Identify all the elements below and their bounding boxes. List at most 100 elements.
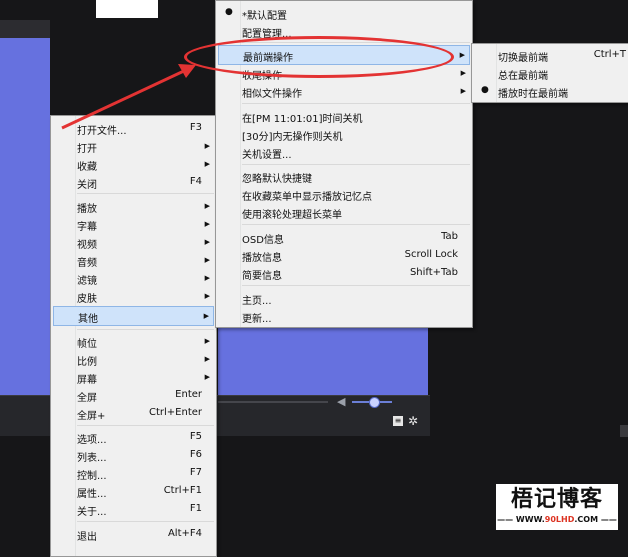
menu-item-fullscreen-plus[interactable]: 全屏+ Ctrl+Enter — [53, 404, 214, 422]
submenu-arrow-icon: ▶ — [204, 373, 210, 381]
menu-item-label: 相似文件操作 — [242, 89, 302, 100]
menu-item-homepage[interactable]: 主页... — [218, 289, 470, 307]
menu-item-label: 播放时在最前端 — [498, 89, 568, 100]
submenu-arrow-icon: ▶ — [460, 87, 466, 95]
menu-item-label: 关闭 — [77, 180, 97, 191]
menu-item-show-bookmarks-in-favorites[interactable]: 在收藏菜单中显示播放记忆点 — [218, 185, 470, 203]
menu-item-properties[interactable]: 属性... Ctrl+F1 — [53, 482, 214, 500]
video-area-lower[interactable] — [218, 325, 428, 395]
menu-item-shortcut: Alt+F4 — [167, 528, 202, 539]
menu-item-label: 播放 — [77, 204, 97, 215]
playlist-icon[interactable]: ≡ — [393, 416, 403, 426]
menu-item-playlist[interactable]: 列表... F6 — [53, 446, 214, 464]
menu-item-label: 收藏 — [77, 162, 97, 173]
submenu-arrow-icon: ▶ — [460, 69, 466, 77]
menu-item-close[interactable]: 关闭 F4 — [53, 173, 214, 191]
submenu-arrow-icon: ▶ — [204, 337, 210, 345]
menu-item-label: 更新... — [242, 314, 272, 325]
menu-item-shortcut: Shift+Tab — [409, 267, 458, 278]
menu-item-label: 控制... — [77, 471, 107, 482]
menu-item-label: 全屏 — [77, 393, 97, 404]
submenu-arrow-icon: ▶ — [204, 238, 210, 246]
menu-item-label: 关机设置... — [242, 150, 292, 161]
menu-item-shortcut: Ctrl+Enter — [148, 407, 202, 418]
menu-item-label: 关于... — [77, 507, 107, 518]
submenu-arrow-icon: ▶ — [204, 274, 210, 282]
menu-item-open[interactable]: 打开 ▶ — [53, 137, 214, 155]
menu-item-shutdown-settings[interactable]: 关机设置... — [218, 143, 470, 161]
menu-item-toggle-topmost[interactable]: 切换最前端 Ctrl+T — [474, 46, 628, 64]
menu-item-shutdown-at-time[interactable]: 在[PM 11:01:01]时间关机 — [218, 107, 470, 125]
menu-separator — [77, 425, 214, 426]
menu-item-label: 总在最前端 — [498, 71, 548, 82]
desktop-window-fragment — [96, 0, 158, 18]
submenu-arrow-icon: ▶ — [204, 160, 210, 168]
menu-item-shortcut: F3 — [189, 122, 202, 133]
submenu-arrow-icon: ▶ — [204, 202, 210, 210]
watermark-title: 梧记博客 — [510, 487, 603, 512]
menu-item-label: 打开文件... — [77, 126, 127, 137]
menu-item-shortcut: F7 — [189, 467, 202, 478]
menu-item-label: 播放信息 — [242, 253, 282, 264]
menu-item-label: *默认配置 — [242, 11, 287, 22]
submenu-arrow-icon: ▶ — [204, 355, 210, 363]
menu-item-audio[interactable]: 音频 ▶ — [53, 251, 214, 269]
site-watermark: 梧记博客 —— WWW.90LHD.COM —— — [496, 484, 618, 530]
menu-separator — [77, 193, 214, 194]
menu-item-filters[interactable]: 滤镜 ▶ — [53, 269, 214, 287]
menu-item-always-topmost[interactable]: 总在最前端 — [474, 64, 628, 82]
settings-gear-icon[interactable]: ✲ — [408, 414, 418, 428]
watermark-url-prefix: —— WWW. — [497, 515, 545, 524]
submenu-arrow-icon: ▶ — [459, 51, 465, 59]
menu-item-label: 字幕 — [77, 222, 97, 233]
menu-item-screen[interactable]: 屏幕 ▶ — [53, 368, 214, 386]
menu-item-label: 比例 — [77, 357, 97, 368]
menu-item-osd-info[interactable]: OSD信息 Tab — [218, 228, 470, 246]
selected-bullet-icon: ● — [225, 7, 233, 17]
menu-item-play[interactable]: 播放 ▶ — [53, 197, 214, 215]
menu-item-ignore-default-hotkeys[interactable]: 忽略默认快捷键 — [218, 167, 470, 185]
menu-item-label: 退出 — [77, 532, 97, 543]
menu-item-default-config[interactable]: ● *默认配置 — [218, 4, 470, 22]
window-edge — [620, 425, 628, 437]
watermark-url-suffix: .COM —— — [574, 515, 617, 524]
menu-item-frame[interactable]: 帧位 ▶ — [53, 332, 214, 350]
menu-item-about[interactable]: 关于... F1 — [53, 500, 214, 518]
menu-item-wheel-long-menu[interactable]: 使用滚轮处理超长菜单 — [218, 203, 470, 221]
menu-item-open-file[interactable]: 打开文件... F3 — [53, 119, 214, 137]
menu-item-shutdown-idle[interactable]: [30分]内无操作则关机 — [218, 125, 470, 143]
menu-item-control[interactable]: 控制... F7 — [53, 464, 214, 482]
menu-item-topmost-while-playing[interactable]: ● 播放时在最前端 — [474, 82, 628, 100]
menu-item-shortcut: Ctrl+F1 — [163, 485, 202, 496]
menu-item-shortcut: Scroll Lock — [404, 249, 458, 260]
submenu-arrow-icon: ▶ — [204, 220, 210, 228]
volume-icon[interactable]: ◀ — [337, 395, 345, 408]
menu-item-options[interactable]: 选项... F5 — [53, 428, 214, 446]
watermark-url-highlight: 90LHD — [544, 515, 575, 524]
menu-item-fullscreen[interactable]: 全屏 Enter — [53, 386, 214, 404]
menu-item-video[interactable]: 视频 ▶ — [53, 233, 214, 251]
menu-item-label: 滤镜 — [77, 276, 97, 287]
selected-bullet-icon: ● — [481, 85, 489, 95]
player-title-bar — [0, 20, 50, 39]
menu-item-other[interactable]: 其他 ▶ — [53, 306, 214, 326]
menu-item-skins[interactable]: 皮肤 ▶ — [53, 287, 214, 305]
menu-item-ratio[interactable]: 比例 ▶ — [53, 350, 214, 368]
menu-item-label: 忽略默认快捷键 — [242, 174, 312, 185]
annotation-ellipse — [184, 36, 454, 78]
menu-item-update[interactable]: 更新... — [218, 307, 470, 325]
menu-item-label: 打开 — [77, 144, 97, 155]
video-area[interactable] — [0, 38, 50, 398]
seek-bar[interactable] — [218, 401, 328, 403]
menu-item-exit[interactable]: 退出 Alt+F4 — [53, 525, 214, 543]
menu-item-playback-info[interactable]: 播放信息 Scroll Lock — [218, 246, 470, 264]
submenu-arrow-icon: ▶ — [204, 292, 210, 300]
volume-slider-handle[interactable] — [369, 397, 380, 408]
menu-item-label: 主页... — [242, 296, 272, 307]
menu-item-similar-files[interactable]: 相似文件操作 ▶ — [218, 82, 470, 100]
menu-item-favorites[interactable]: 收藏 ▶ — [53, 155, 214, 173]
menu-item-brief-info[interactable]: 简要信息 Shift+Tab — [218, 264, 470, 282]
menu-item-label: 帧位 — [77, 339, 97, 350]
main-context-menu: 打开文件... F3 打开 ▶ 收藏 ▶ 关闭 F4 播放 ▶ 字幕 ▶ 视频 ▶ 音频 ▶ 滤… — [50, 115, 217, 557]
menu-item-subtitles[interactable]: 字幕 ▶ — [53, 215, 214, 233]
